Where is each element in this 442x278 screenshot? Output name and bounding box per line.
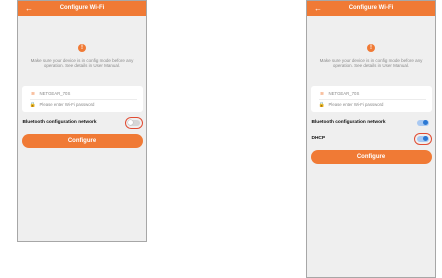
back-arrow-icon[interactable]: ←	[314, 1, 322, 16]
configure-button[interactable]: Configure	[21, 134, 143, 148]
warning-block: ! Make sure your device is in config mod…	[18, 44, 146, 68]
toggle-knob	[423, 120, 428, 125]
wifi-card: ≋ NETGEAR_70S 🔒 Please enter Wi-Fi passw…	[21, 86, 143, 112]
wifi-icon: ≋	[319, 90, 325, 97]
wifi-password-input[interactable]: Please enter Wi-Fi password	[40, 102, 95, 107]
configure-button[interactable]: Configure	[310, 150, 432, 164]
app-header: ← Configure Wi-Fi	[307, 1, 435, 16]
wifi-ssid-text: NETGEAR_70S	[328, 91, 360, 96]
instruction-text: Make sure your device is in config mode …	[319, 58, 423, 68]
phone-screen-right: ← Configure Wi-Fi ! Make sure your devic…	[306, 0, 436, 278]
instruction-text: Make sure your device is in config mode …	[30, 58, 134, 68]
warning-icon: !	[367, 44, 375, 52]
warning-block: ! Make sure your device is in config mod…	[307, 44, 435, 68]
dhcp-toggle[interactable]	[413, 132, 432, 145]
bluetooth-toggle[interactable]	[124, 116, 143, 129]
app-header: ← Configure Wi-Fi	[18, 1, 146, 16]
dhcp-label: DHCP	[311, 136, 326, 141]
wifi-password-input[interactable]: Please enter Wi-Fi password	[329, 102, 384, 107]
bluetooth-setting-row: Bluetooth configuration network	[21, 116, 144, 129]
warning-icon: !	[78, 44, 86, 52]
lock-icon: 🔒	[29, 101, 37, 108]
phone-screen-left: ← Configure Wi-Fi ! Make sure your devic…	[17, 0, 147, 242]
dhcp-setting-row: DHCP	[310, 132, 433, 145]
wifi-card: ≋ NETGEAR_70S 🔒 Please enter Wi-Fi passw…	[310, 86, 432, 112]
toggle-knob	[128, 120, 133, 125]
bluetooth-label: Bluetooth configuration network	[22, 120, 97, 125]
wifi-ssid-row[interactable]: ≋ NETGEAR_70S	[311, 88, 432, 99]
wifi-password-row[interactable]: 🔒 Please enter Wi-Fi password	[22, 99, 143, 110]
wifi-icon: ≋	[30, 90, 36, 97]
lock-icon: 🔒	[318, 101, 326, 108]
page-title: Configure Wi-Fi	[348, 5, 394, 11]
wifi-ssid-row[interactable]: ≋ NETGEAR_70S	[22, 88, 143, 99]
wifi-password-row[interactable]: 🔒 Please enter Wi-Fi password	[311, 99, 432, 110]
bluetooth-label: Bluetooth configuration network	[311, 120, 386, 125]
toggle-knob	[423, 136, 428, 141]
bluetooth-setting-row: Bluetooth configuration network	[310, 117, 433, 128]
wifi-ssid-text: NETGEAR_70S	[39, 91, 71, 96]
comparison-canvas: ← Configure Wi-Fi ! Make sure your devic…	[0, 0, 442, 278]
bluetooth-toggle[interactable]	[416, 119, 429, 126]
back-arrow-icon[interactable]: ←	[25, 1, 33, 16]
page-title: Configure Wi-Fi	[59, 5, 105, 11]
